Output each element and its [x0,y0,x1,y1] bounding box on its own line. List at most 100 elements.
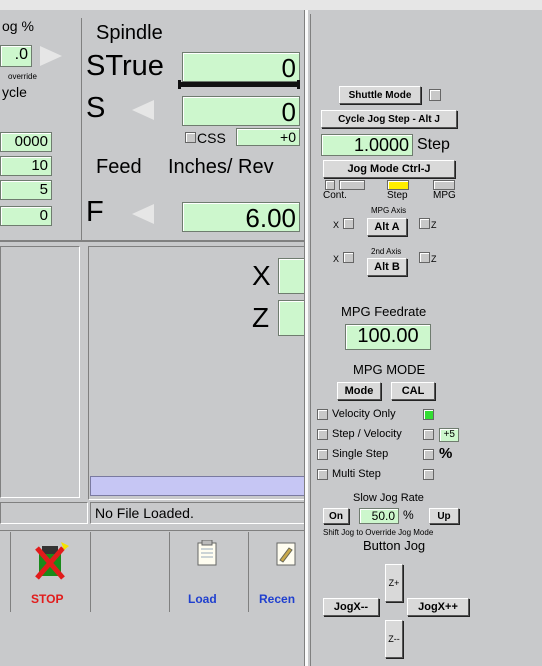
f-value: 6.00 [182,202,300,232]
jog-mode-button[interactable]: Jog Mode Ctrl-J [323,160,455,178]
button-jog-label: Button Jog [363,538,426,553]
cycle-label: ycle [2,84,27,100]
value-field-2: 10 [0,156,52,176]
mpg-axis-z-label: Z [431,220,437,230]
file-status-field: No File Loaded. [90,502,306,524]
strue-bar [178,82,300,87]
mpg-feedrate-label: MPG Feedrate [341,304,427,319]
mpg-feedrate-value: 100.00 [345,324,431,350]
axis-z-label: Z [252,302,270,333]
stop-icon [35,542,69,580]
feed-title: Feed [96,156,142,178]
value-field-3: 5 [0,180,52,200]
multi-step-checkbox[interactable] [317,469,328,480]
jog-increase-arrow[interactable] [40,46,62,66]
jog-panel: Shuttle Mode Cycle Jog Step - Alt J 1.00… [310,14,542,666]
override-panel: og % .0 override ycle 0000 10 5 0 [0,10,82,240]
load-button[interactable]: Load [170,532,249,612]
axis-z-value [278,300,306,336]
css-value: +0 [236,128,300,146]
cont-label: Cont. [323,190,347,201]
step-led [387,180,409,190]
alt-b-button[interactable]: Alt B [367,258,407,276]
jog-pct-label: og % [2,18,34,34]
single-step-label: Single Step [332,448,389,460]
recent-button[interactable]: Recen [249,532,306,612]
jog-x-plus-button[interactable]: JogX++ [407,598,469,616]
stop-button[interactable]: STOP [12,532,91,612]
s-label: S [86,92,106,124]
feed-decrease-arrow[interactable] [132,204,154,224]
strue-bar-cap-left [178,80,181,89]
css-checkbox[interactable] [185,132,196,143]
strue-value: 0 [182,52,300,82]
cycle-jog-step-button[interactable]: Cycle Jog Step - Alt J [321,110,457,128]
jog-step-value: 1.0000 [321,134,413,156]
alt-a-button[interactable]: Alt A [367,218,407,236]
progress-bar [90,476,306,496]
slow-jog-on-button[interactable]: On [323,508,349,524]
velocity-only-checkbox[interactable] [317,409,328,420]
value-field-1: 0000 [0,132,52,152]
slow-jog-rate-label: Slow Jog Rate [353,492,424,504]
value-field-4: 0 [0,206,52,226]
axis2-label: 2nd Axis [371,247,402,256]
spindle-feed-panel: Spindle STrue 0 S 0 CSS +0 Feed Inches/ … [82,10,304,242]
shuttle-mode-button[interactable]: Shuttle Mode [339,86,421,104]
single-step-percent: % [439,445,453,462]
shuttle-mode-led [429,89,441,101]
toolpath-panel [0,246,80,498]
document-icon [197,540,217,566]
single-step-led [423,449,434,460]
stop-label: STOP [31,592,64,606]
s-value: 0 [182,96,300,126]
jog-z-minus-button[interactable]: Z-- [385,620,403,658]
recent-file-icon [276,542,296,566]
axis-x-label: X [252,260,271,291]
panel-divider [304,10,308,666]
mpg-axis-x-label: X [333,220,340,230]
css-label: CSS [197,130,226,146]
step-velocity-checkbox[interactable] [317,429,328,440]
toolbar-cell-empty [91,532,170,612]
file-status-text: No File Loaded. [95,505,194,521]
load-label: Load [188,592,217,606]
cal-button[interactable]: CAL [391,382,435,400]
axis2-z-label: Z [431,254,437,264]
axis-x-value [278,258,306,294]
left-status-field [0,502,88,524]
override-label: override [8,72,37,81]
f-label: F [86,196,104,228]
mpg-axis-x-led [343,218,354,229]
multi-step-led [423,469,434,480]
mpg-mode-button[interactable]: Mode [337,382,381,400]
mpg-mode-label: MPG [433,190,456,201]
axis2-z-led [419,252,430,263]
mpg-axis-label: MPG Axis [371,206,407,215]
step-velocity-label: Step / Velocity [332,428,402,440]
step-velocity-value: +5 [439,428,459,442]
spindle-title: Spindle [96,22,163,44]
velocity-only-led [423,409,434,420]
multi-step-label: Multi Step [332,468,381,480]
axis2-x-label: X [333,254,340,264]
velocity-only-label: Velocity Only [332,408,396,420]
mpg-axis-z-led [419,218,430,229]
toolbar-cell-left [0,532,11,612]
slow-jog-pct: % [403,508,414,522]
top-strip [0,0,542,10]
jog-x-minus-button[interactable]: JogX-- [323,598,379,616]
mpg-mode-title: MPG MODE [353,362,426,377]
gcode-panel [88,246,306,500]
section-divider [0,240,306,242]
slow-jog-up-button[interactable]: Up [429,508,459,524]
jog-step-label: Step [417,136,450,153]
step-velocity-led [423,429,434,440]
strue-label: STrue [86,50,164,82]
spindle-decrease-arrow[interactable] [132,100,154,120]
jog-z-plus-button[interactable]: Z+ [385,564,403,602]
recent-label: Recen [259,592,296,606]
single-step-checkbox[interactable] [317,449,328,460]
step-mode-label: Step [387,190,408,201]
cont-led [339,180,365,190]
